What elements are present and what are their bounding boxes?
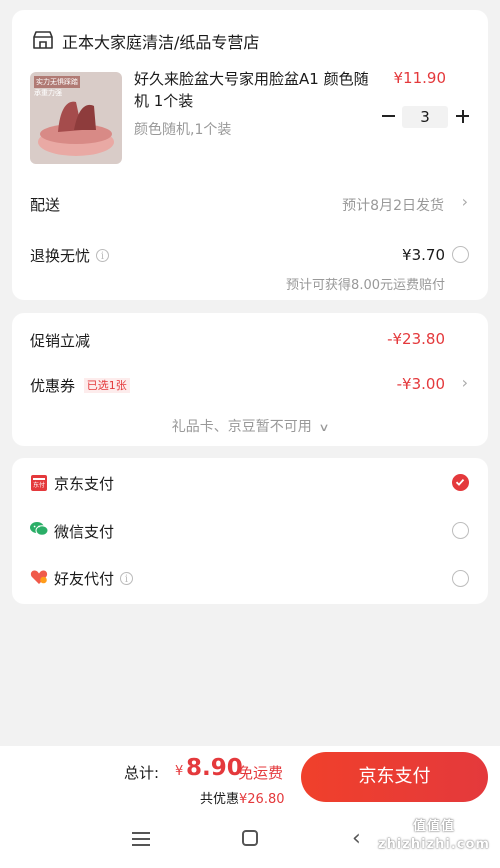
- saved-value: ¥26.80: [239, 792, 285, 807]
- returns-row: 退换无忧 i: [30, 245, 110, 266]
- payment-option-jdpay[interactable]: 东付 京东支付: [12, 458, 488, 506]
- total-label: 总计:: [124, 764, 160, 782]
- coupon-badge: 已选1张: [83, 378, 130, 393]
- jd-pay-icon: 东付: [31, 475, 47, 491]
- bottom-bar: 总计: ¥ 8.90 免运费 共优惠¥26.80 京东支付 ‹ 值值值 zhiz…: [0, 746, 500, 868]
- product-title[interactable]: 好久来脸盆大号家用脸盆A1 颜色随机 1个装: [134, 68, 372, 112]
- basin-image: [38, 101, 114, 156]
- returns-radio[interactable]: [452, 246, 469, 263]
- quantity-input[interactable]: 3: [402, 106, 448, 128]
- order-card: 正本大家庭清洁/纸品专营店 实力无惧踩踏 承重力强 好久来脸盆大号家用脸盆A1 …: [12, 10, 488, 300]
- product-thumbnail[interactable]: 实力无惧踩踏 承重力强: [30, 72, 122, 164]
- giftcard-note: 礼品卡、京豆暂不可用: [171, 419, 312, 435]
- payment-label: 好友代付: [54, 570, 115, 588]
- saved-label: 共优惠: [200, 792, 240, 807]
- product-spec[interactable]: 颜色随机,1个装: [134, 119, 231, 139]
- increase-button[interactable]: [452, 106, 474, 128]
- store-name[interactable]: 正本大家庭清洁/纸品专营店: [62, 29, 259, 53]
- menu-nav-button[interactable]: [132, 832, 150, 846]
- promo-label: 促销立减: [30, 332, 91, 350]
- payment-option-friend[interactable]: 好友代付 i: [12, 554, 488, 602]
- friend-pay-icon: [30, 570, 48, 584]
- giftcard-row[interactable]: 礼品卡、京豆暂不可用 ∨: [12, 416, 488, 436]
- payment-label: 微信支付: [54, 523, 115, 541]
- coupon-label: 优惠券: [30, 377, 76, 395]
- home-nav-button[interactable]: [242, 830, 258, 846]
- payment-label: 京东支付: [54, 475, 115, 493]
- product-price: ¥11.90: [393, 69, 447, 87]
- watermark-text: 值值值 zhizhizhi.com: [378, 819, 490, 852]
- payment-option-wechat[interactable]: 微信支付: [12, 506, 488, 554]
- shipping-free: 免运费: [238, 764, 284, 782]
- promo-value: -¥23.80: [387, 330, 445, 348]
- coupon-row[interactable]: 优惠券 已选1张: [30, 375, 130, 396]
- chevron-right-icon[interactable]: ›: [462, 192, 468, 211]
- watermark: 值值值 zhizhizhi.com: [372, 790, 496, 866]
- returns-price: ¥3.70: [402, 246, 445, 264]
- chevron-down-icon: ∨: [318, 421, 330, 434]
- total-value: 8.90: [186, 755, 243, 781]
- delivery-label: 配送: [30, 196, 61, 214]
- store-icon: [33, 31, 53, 49]
- delivery-value[interactable]: 预计8月2日发货: [342, 195, 444, 215]
- decrease-button[interactable]: [378, 106, 400, 128]
- discount-card: 促销立减 -¥23.80 优惠券 已选1张 -¥3.00 › 礼品卡、京豆暂不可…: [12, 313, 488, 446]
- payment-radio[interactable]: [452, 570, 469, 587]
- check-icon: [455, 478, 465, 486]
- coupon-value[interactable]: -¥3.00: [397, 375, 445, 393]
- back-nav-button[interactable]: ‹: [352, 826, 361, 851]
- friend-pay-row: 好友代付 i: [54, 568, 134, 589]
- returns-note: 预计可获得8.00元运费赔付: [286, 278, 445, 293]
- chevron-right-icon[interactable]: ›: [462, 373, 468, 392]
- payment-radio[interactable]: [452, 522, 469, 539]
- total-currency: ¥: [175, 764, 184, 779]
- returns-label: 退换无忧: [30, 247, 91, 265]
- wechat-icon: [30, 522, 48, 536]
- payment-card: 东付 京东支付 微信支付 好友代付 i: [12, 458, 488, 604]
- saved-row: 共优惠¥26.80: [200, 788, 285, 807]
- info-icon[interactable]: i: [96, 249, 110, 262]
- info-icon[interactable]: i: [120, 572, 134, 585]
- payment-radio-selected[interactable]: [452, 474, 469, 491]
